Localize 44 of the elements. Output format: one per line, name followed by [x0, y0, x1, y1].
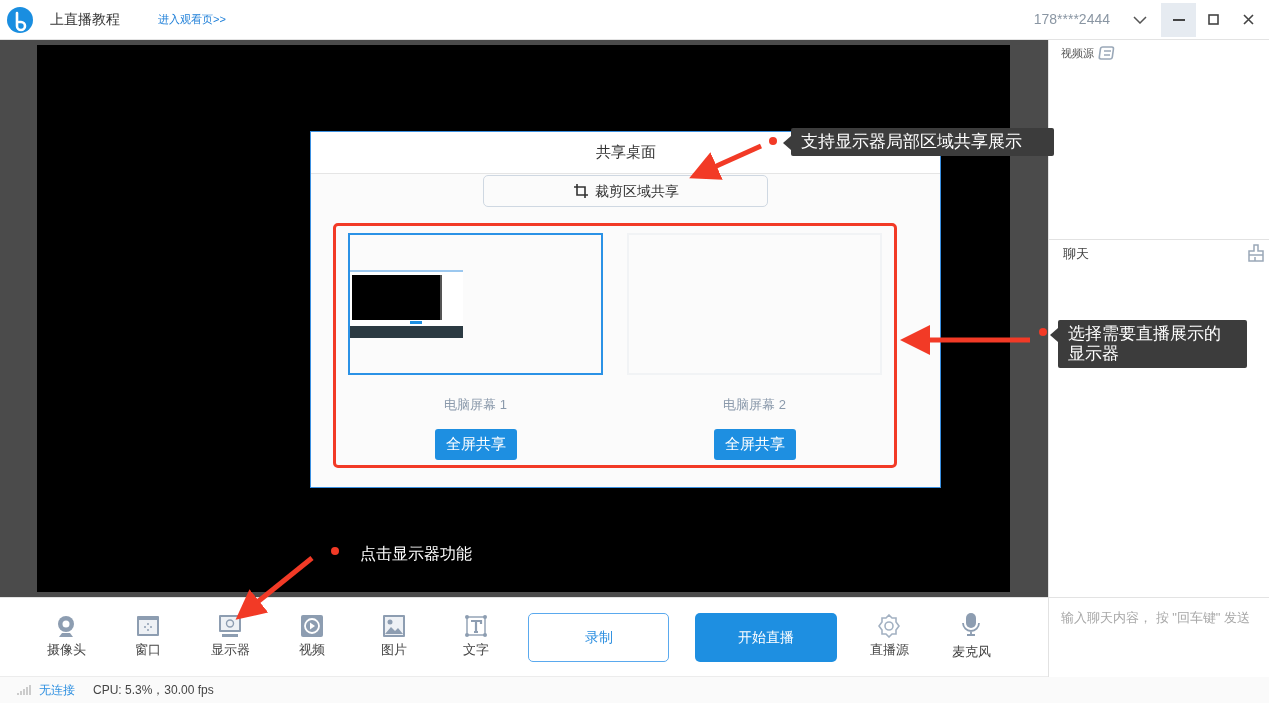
minimize-icon	[1172, 18, 1185, 21]
crop-icon	[572, 183, 589, 199]
watch-page-link[interactable]: 进入观看页>>	[158, 11, 226, 28]
source-button[interactable]: 显示器	[200, 614, 260, 660]
chat-input[interactable]: 输入聊天内容， 按 "回车键" 发送	[1048, 598, 1269, 677]
text-icon	[464, 614, 488, 639]
annotation-dot	[769, 137, 777, 145]
record-button[interactable]: 录制	[528, 612, 669, 662]
chat-label: 聊天	[1063, 245, 1089, 263]
broom-icon[interactable]	[1247, 244, 1265, 262]
source-button[interactable]: 文字	[446, 614, 506, 660]
account-number: 178****2444	[1033, 10, 1110, 29]
screen-label: 电脑屏幕 2	[723, 396, 786, 414]
annotation-text: 选择需要直播展示的显示器	[1058, 320, 1247, 368]
close-icon	[1243, 14, 1254, 25]
gear-icon	[877, 614, 901, 639]
image-icon	[382, 614, 406, 639]
app-title: 上直播教程	[50, 10, 120, 29]
source-button[interactable]: 摄像头	[36, 614, 96, 660]
callout-pointer-icon	[783, 136, 791, 150]
logo-icon	[7, 6, 33, 33]
toolbar-button[interactable]: 直播源	[859, 614, 919, 660]
crop-share-button[interactable]: 裁剪区域共享	[483, 175, 768, 207]
performance-stats: CPU: 5.3%，30.00 fps	[93, 682, 214, 699]
chevron-down-icon	[1132, 15, 1147, 24]
connection-status: 无连接	[39, 682, 75, 699]
callout-pointer-icon	[1050, 328, 1058, 342]
window-icon	[136, 614, 160, 639]
play-icon	[300, 614, 324, 639]
monitor-icon	[218, 614, 242, 639]
annotation-text: 点击显示器功能	[360, 544, 472, 564]
signal-icon	[17, 685, 31, 695]
source-button[interactable]: 窗口	[118, 614, 178, 660]
screen-label: 电脑屏幕 1	[444, 396, 507, 414]
annotation-dot	[331, 547, 339, 555]
list-icon[interactable]	[1098, 45, 1116, 61]
maximize-icon	[1208, 14, 1219, 25]
source-button[interactable]: 图片	[364, 614, 424, 660]
annotation-dot	[1039, 328, 1047, 336]
source-button[interactable]: 视频	[282, 614, 342, 660]
video-source-label: 视频源	[1061, 46, 1094, 61]
toolbar-button[interactable]: 麦克风	[941, 612, 1001, 662]
screen-option[interactable]	[348, 233, 603, 375]
microphone-icon	[959, 612, 983, 637]
